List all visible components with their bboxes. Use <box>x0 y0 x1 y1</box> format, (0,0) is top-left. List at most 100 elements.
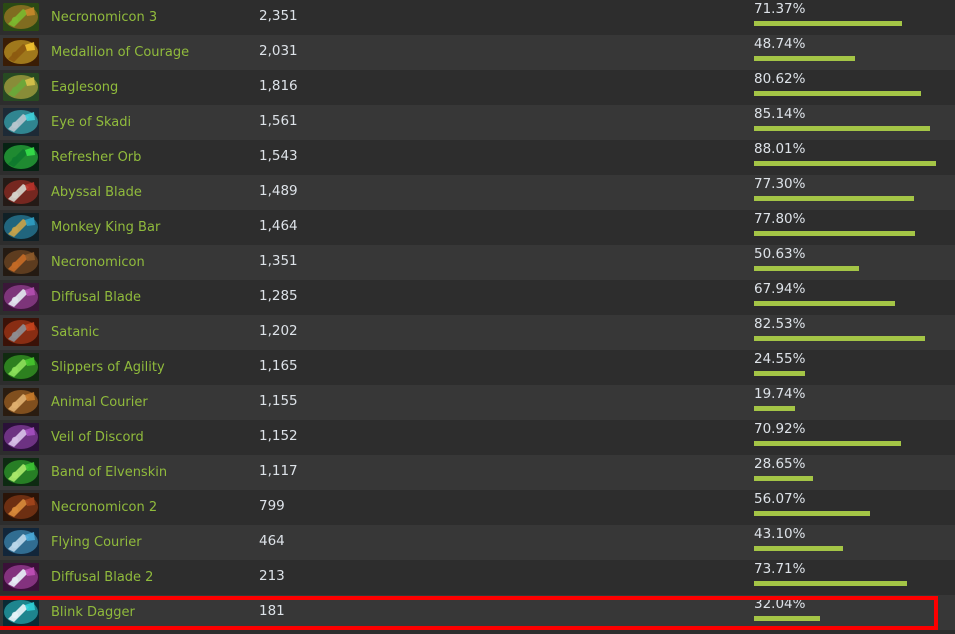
item-icon-cell <box>0 385 51 420</box>
table-row[interactable]: Slippers of Agility 1,165 24.55% <box>0 350 955 385</box>
eaglesong-icon[interactable] <box>3 73 39 101</box>
item-name[interactable]: Flying Courier <box>51 535 259 551</box>
necronomicon-icon[interactable] <box>3 248 39 276</box>
item-name[interactable]: Animal Courier <box>51 395 259 411</box>
diffusal-blade-2-icon[interactable] <box>3 563 39 591</box>
item-name[interactable]: Medallion of Courage <box>51 45 259 61</box>
item-name[interactable]: Eaglesong <box>51 80 259 96</box>
item-winrate-bar-fill <box>754 91 921 96</box>
item-icon-cell <box>0 490 51 525</box>
item-name[interactable]: Abyssal Blade <box>51 185 259 201</box>
item-count: 2,031 <box>259 42 298 59</box>
item-icon-cell <box>0 210 51 245</box>
table-row[interactable]: Veil of Discord 1,152 70.92% <box>0 420 955 455</box>
item-winrate-cell: 88.01% <box>753 140 955 175</box>
necronomicon-3-icon[interactable] <box>3 3 39 31</box>
item-winrate-cell: 28.65% <box>753 455 955 490</box>
table-row[interactable]: Necronomicon 1,351 50.63% <box>0 245 955 280</box>
item-winrate-label: 71.37% <box>754 1 806 17</box>
item-winrate-bar-fill <box>754 511 871 516</box>
monkey-king-bar-icon[interactable] <box>3 213 39 241</box>
item-icon-cell <box>0 350 51 385</box>
item-name[interactable]: Necronomicon <box>51 255 259 271</box>
table-row[interactable]: Eye of Skadi 1,561 85.14% <box>0 105 955 140</box>
item-name[interactable]: Slippers of Agility <box>51 360 259 376</box>
item-winrate-bar-track <box>754 511 955 516</box>
item-icon-cell <box>0 245 51 280</box>
table-row[interactable]: Flying Courier 464 43.10% <box>0 525 955 560</box>
table-row[interactable]: Eaglesong 1,816 80.62% <box>0 70 955 105</box>
item-name[interactable]: Refresher Orb <box>51 150 259 166</box>
table-row[interactable]: Blink Dagger 181 32.04% <box>0 595 955 630</box>
item-icon-cell <box>0 525 51 560</box>
item-count: 464 <box>259 532 285 549</box>
satanic-icon[interactable] <box>3 318 39 346</box>
item-name[interactable]: Necronomicon 3 <box>51 10 259 26</box>
abyssal-blade-icon[interactable] <box>3 178 39 206</box>
item-count: 2,351 <box>259 7 298 24</box>
table-row[interactable]: Animal Courier 1,155 19.74% <box>0 385 955 420</box>
table-row[interactable]: Satanic 1,202 82.53% <box>0 315 955 350</box>
item-winrate-bar-fill <box>754 441 901 446</box>
blink-dagger-icon[interactable] <box>3 598 39 626</box>
item-name[interactable]: Necronomicon 2 <box>51 500 259 516</box>
item-winrate-bar-fill <box>754 56 855 61</box>
item-count: 1,165 <box>259 357 298 374</box>
item-name[interactable]: Diffusal Blade <box>51 290 259 306</box>
table-row[interactable]: Abyssal Blade 1,489 77.30% <box>0 175 955 210</box>
item-name[interactable]: Diffusal Blade 2 <box>51 570 259 586</box>
refresher-orb-icon[interactable] <box>3 143 39 171</box>
item-count: 1,489 <box>259 182 298 199</box>
diffusal-blade-icon[interactable] <box>3 283 39 311</box>
item-winrate-cell: 71.37% <box>753 0 955 35</box>
item-icon-cell <box>0 0 51 35</box>
item-stats-table: Necronomicon 3 2,351 71.37% Medallion of Co… <box>0 0 955 630</box>
item-winrate-label: 73.71% <box>754 561 806 577</box>
item-winrate-bar-fill <box>754 126 931 131</box>
item-count: 1,152 <box>259 427 298 444</box>
table-row[interactable]: Band of Elvenskin 1,117 28.65% <box>0 455 955 490</box>
table-row[interactable]: Diffusal Blade 2 213 73.71% <box>0 560 955 595</box>
item-count: 1,285 <box>259 287 298 304</box>
table-row[interactable]: Medallion of Courage 2,031 48.74% <box>0 35 955 70</box>
item-winrate-bar-fill <box>754 161 937 166</box>
item-icon-cell <box>0 420 51 455</box>
band-of-elvenskin-icon[interactable] <box>3 458 39 486</box>
item-name[interactable]: Band of Elvenskin <box>51 465 259 481</box>
item-winrate-cell: 48.74% <box>753 35 955 70</box>
item-winrate-cell: 67.94% <box>753 280 955 315</box>
eye-of-skadi-icon[interactable] <box>3 108 39 136</box>
item-winrate-label: 32.04% <box>754 596 806 612</box>
item-count: 799 <box>259 497 285 514</box>
item-count: 181 <box>259 602 285 619</box>
item-winrate-cell: 50.63% <box>753 245 955 280</box>
item-name[interactable]: Veil of Discord <box>51 430 259 446</box>
item-icon-cell <box>0 455 51 490</box>
table-row[interactable]: Monkey King Bar 1,464 77.80% <box>0 210 955 245</box>
item-count: 1,816 <box>259 77 298 94</box>
table-row[interactable]: Necronomicon 3 2,351 71.37% <box>0 0 955 35</box>
item-name[interactable]: Eye of Skadi <box>51 115 259 131</box>
flying-courier-icon[interactable] <box>3 528 39 556</box>
item-name[interactable]: Blink Dagger <box>51 605 259 621</box>
veil-of-discord-icon[interactable] <box>3 423 39 451</box>
item-winrate-bar-fill <box>754 301 895 306</box>
table-row[interactable]: Refresher Orb 1,543 88.01% <box>0 140 955 175</box>
item-winrate-bar-fill <box>754 21 902 26</box>
item-count: 1,155 <box>259 392 298 409</box>
item-icon-cell <box>0 175 51 210</box>
necronomicon-2-icon[interactable] <box>3 493 39 521</box>
item-winrate-bar-track <box>754 476 955 481</box>
item-name[interactable]: Satanic <box>51 325 259 341</box>
table-row[interactable]: Necronomicon 2 799 56.07% <box>0 490 955 525</box>
item-winrate-label: 19.74% <box>754 386 806 402</box>
item-count: 1,543 <box>259 147 298 164</box>
slippers-of-agility-icon[interactable] <box>3 353 39 381</box>
table-row[interactable]: Diffusal Blade 1,285 67.94% <box>0 280 955 315</box>
item-winrate-bar-fill <box>754 616 821 621</box>
item-icon-cell <box>0 595 51 630</box>
item-winrate-label: 85.14% <box>754 106 806 122</box>
medallion-of-courage-icon[interactable] <box>3 38 39 66</box>
animal-courier-icon[interactable] <box>3 388 39 416</box>
item-name[interactable]: Monkey King Bar <box>51 220 259 236</box>
